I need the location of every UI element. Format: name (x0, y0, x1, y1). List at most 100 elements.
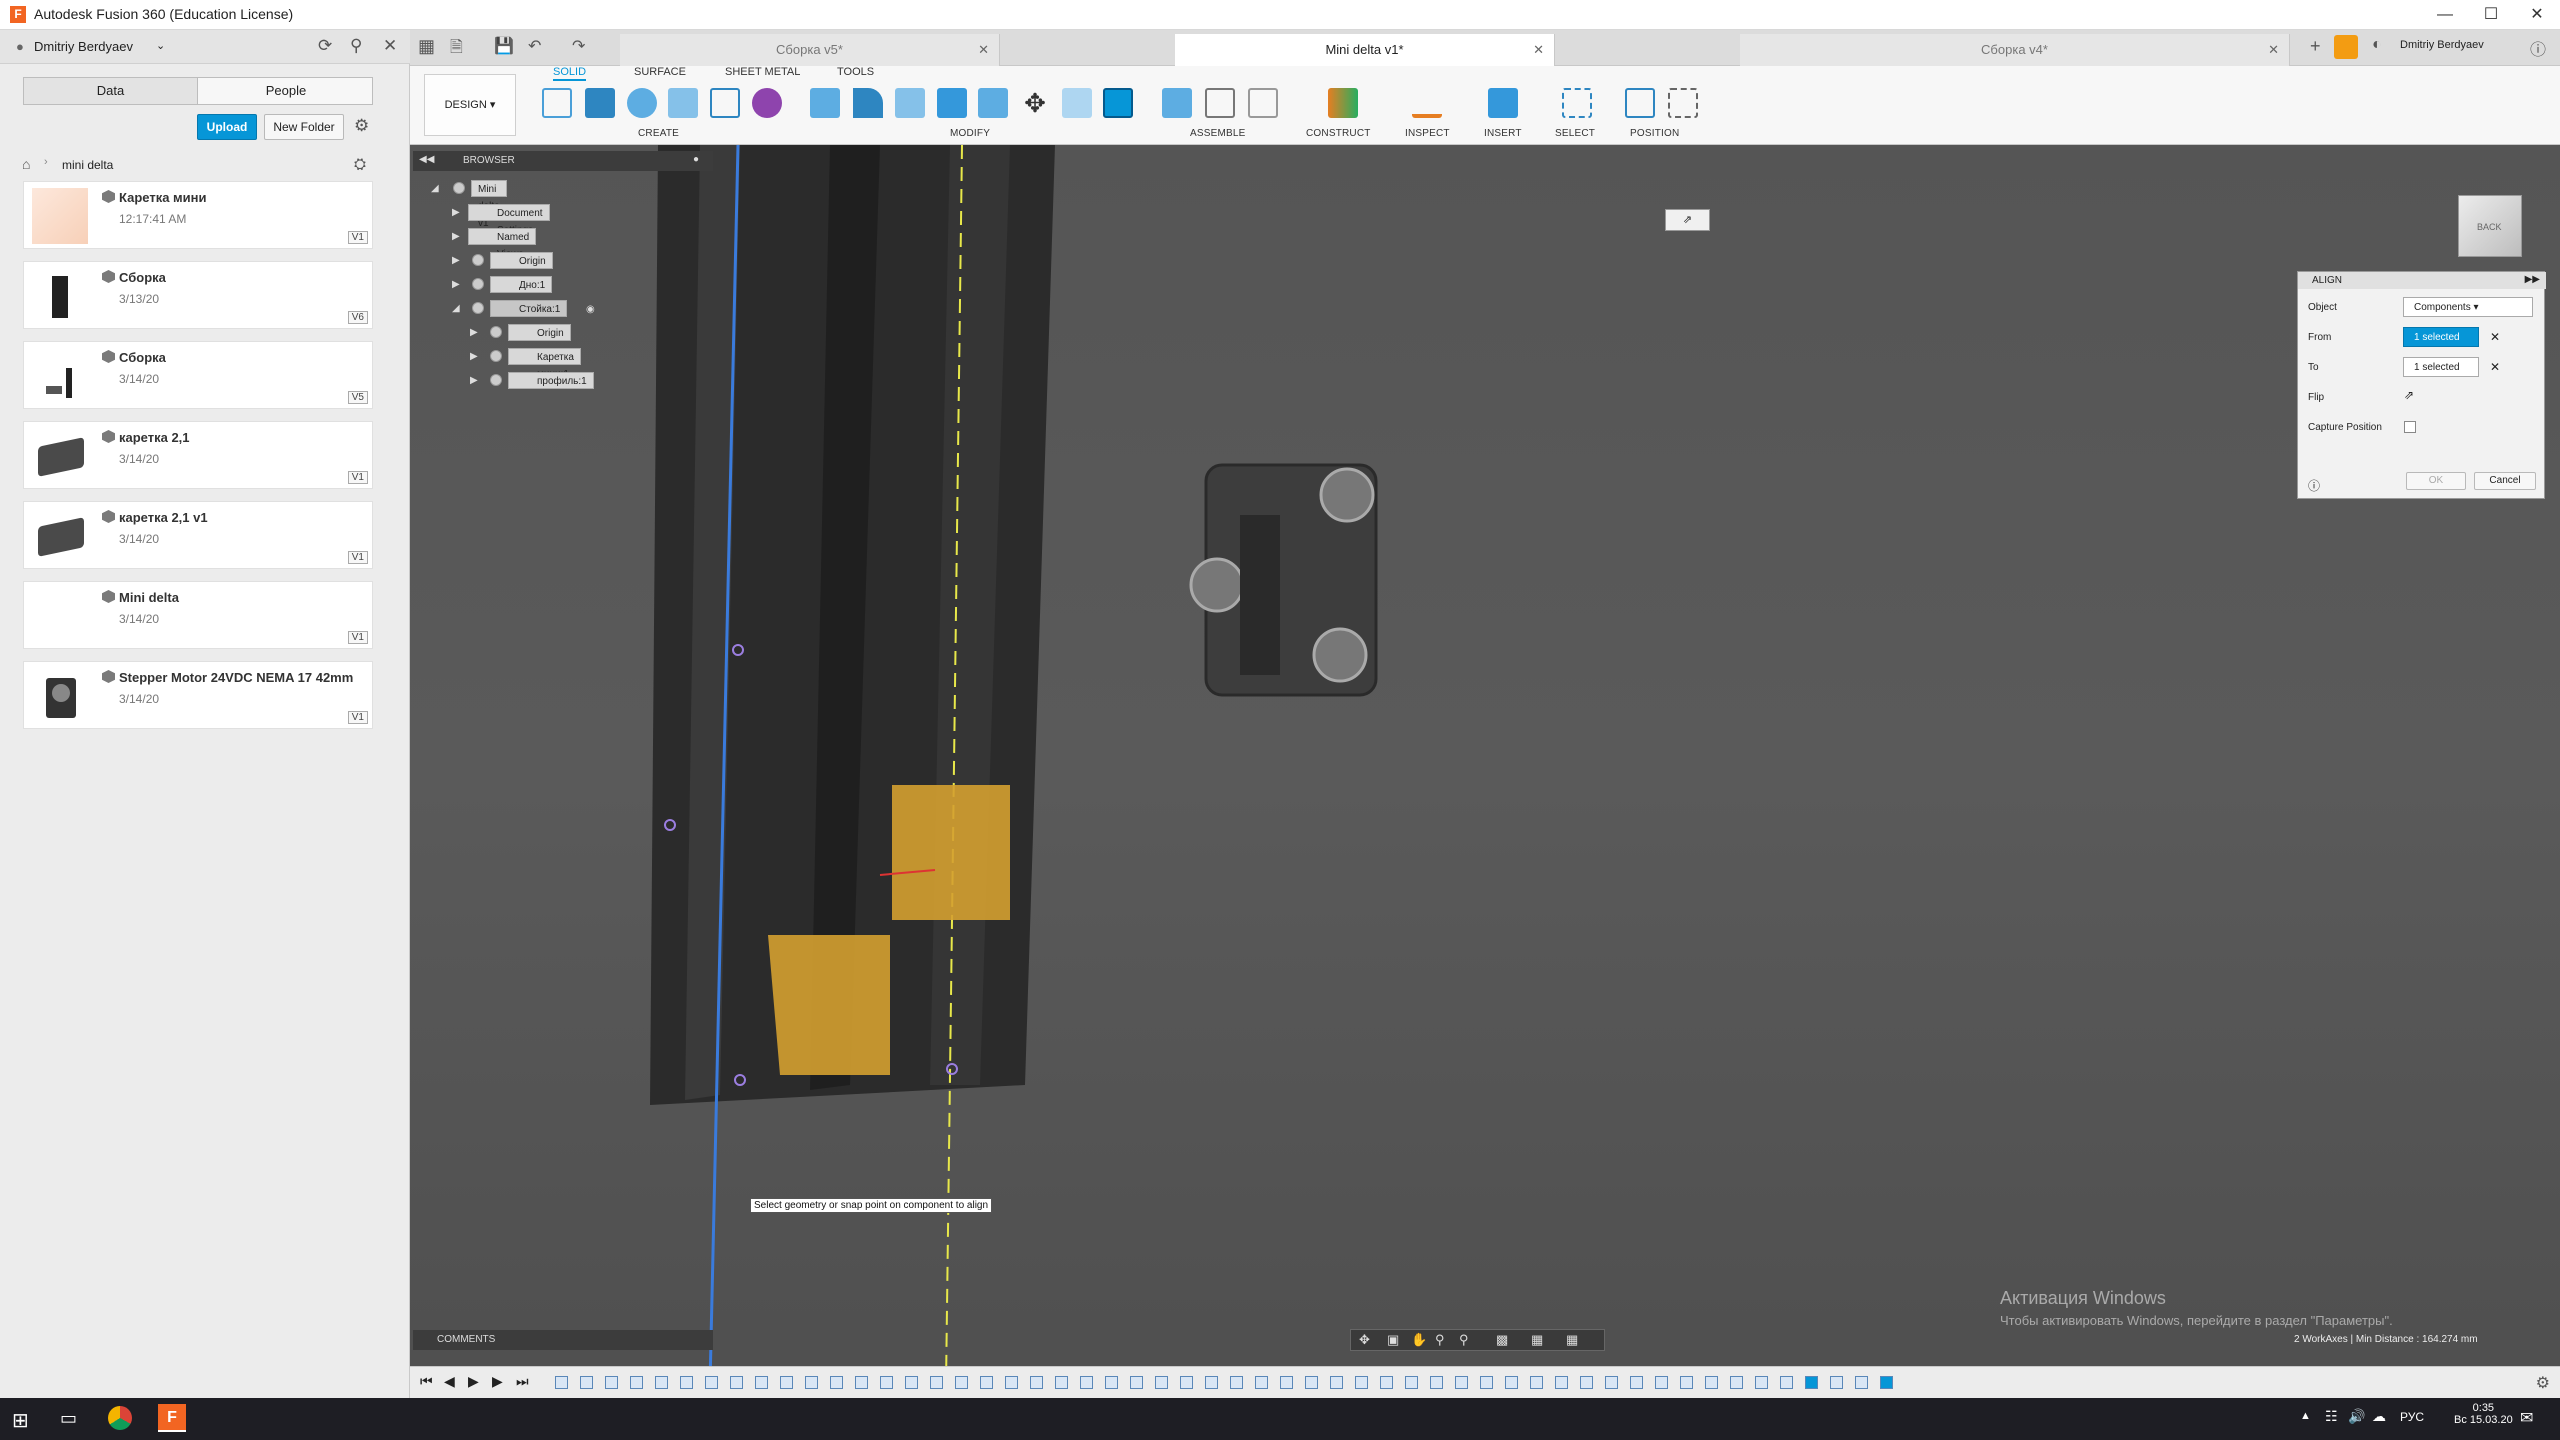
timeline-feature[interactable] (1230, 1376, 1243, 1389)
tree-expand-icon[interactable]: ◢ (452, 300, 460, 317)
joint-icon[interactable] (1205, 88, 1235, 118)
group-inspect[interactable]: INSPECT (1405, 128, 1450, 139)
zoom-icon[interactable]: ⚲ (1435, 1332, 1445, 1348)
timeline-feature[interactable] (1580, 1376, 1593, 1389)
sweep-icon[interactable] (668, 88, 698, 118)
timeline-feature[interactable] (655, 1376, 668, 1389)
group-assemble[interactable]: ASSEMBLE (1190, 128, 1246, 139)
timeline-feature[interactable] (605, 1376, 618, 1389)
timeline-feature[interactable] (1280, 1376, 1293, 1389)
timeline-feature[interactable] (1480, 1376, 1493, 1389)
minimize-button[interactable]: — (2422, 0, 2468, 30)
go-to-end-icon[interactable]: ⏭ (516, 1373, 529, 1390)
grid-settings-icon[interactable]: ▦ (1531, 1332, 1543, 1348)
timeline-feature[interactable] (1155, 1376, 1168, 1389)
timeline-feature[interactable] (1830, 1376, 1843, 1389)
timeline-feature[interactable] (1755, 1376, 1768, 1389)
model-canvas[interactable] (410, 144, 2560, 1398)
chrome-icon[interactable] (108, 1406, 132, 1430)
chamfer-icon[interactable] (895, 88, 925, 118)
timeline-feature[interactable] (1805, 1376, 1818, 1389)
timeline-feature[interactable] (705, 1376, 718, 1389)
tray-expand-icon[interactable]: ▲ (2300, 1410, 2311, 1422)
visibility-icon[interactable] (453, 182, 465, 194)
new-tab-icon[interactable]: + (2310, 36, 2321, 57)
tab-document-2[interactable]: Mini delta v1* ✕ (1175, 34, 1555, 66)
new-folder-button[interactable]: New Folder (264, 114, 344, 140)
measure-icon[interactable] (1412, 88, 1442, 118)
timeline-feature[interactable] (1330, 1376, 1343, 1389)
visibility-icon[interactable] (472, 302, 484, 314)
list-item[interactable]: Сборка 3/14/20 V5 (23, 341, 373, 409)
viewcube-face[interactable]: BACK (2477, 222, 2502, 232)
timeline-feature[interactable] (805, 1376, 818, 1389)
version-badge[interactable]: V1 (347, 231, 368, 244)
tree-expand-icon[interactable]: ▶ (470, 348, 478, 365)
group-select[interactable]: SELECT (1555, 128, 1595, 139)
combine-icon[interactable] (978, 88, 1008, 118)
notifications-icon[interactable] (2334, 35, 2358, 59)
search-icon[interactable]: ⚲ (350, 36, 362, 56)
clear-to-icon[interactable]: ✕ (2490, 360, 2500, 374)
timeline-feature[interactable] (1405, 1376, 1418, 1389)
object-select[interactable]: Components ▾ (2403, 297, 2533, 317)
timeline-feature[interactable] (630, 1376, 643, 1389)
group-position[interactable]: POSITION (1630, 128, 1679, 139)
list-item[interactable]: каретка 2,1 3/14/20 V1 (23, 421, 373, 489)
tab-document-1[interactable]: Сборка v5* ✕ (620, 34, 1000, 66)
new-component-icon[interactable] (1162, 88, 1192, 118)
visibility-icon[interactable] (490, 326, 502, 338)
breadcrumb[interactable]: mini delta (62, 158, 113, 172)
timeline-feature[interactable] (1255, 1376, 1268, 1389)
tab-surface[interactable]: SURFACE (634, 66, 686, 81)
press-pull-icon[interactable] (810, 88, 840, 118)
timeline-feature[interactable] (1055, 1376, 1068, 1389)
timeline-feature[interactable] (580, 1376, 593, 1389)
form-icon[interactable] (752, 88, 782, 118)
collapse-icon[interactable]: ◀◀ (419, 154, 434, 165)
timeline-feature[interactable] (830, 1376, 843, 1389)
capture-position-checkbox[interactable] (2404, 421, 2416, 433)
version-badge[interactable]: V1 (347, 711, 368, 724)
dialog-header[interactable]: ALIGN (2298, 272, 2546, 289)
timeline-feature[interactable] (855, 1376, 868, 1389)
viewports-icon[interactable]: ▦ (1566, 1332, 1578, 1348)
timeline-feature[interactable] (880, 1376, 893, 1389)
gear-icon[interactable]: ⚙ (354, 116, 369, 136)
timeline-feature[interactable] (1005, 1376, 1018, 1389)
to-selection[interactable]: 1 selected (2403, 357, 2479, 377)
extrude-icon[interactable] (585, 88, 615, 118)
revolve-icon[interactable] (627, 88, 657, 118)
timeline-feature[interactable] (1105, 1376, 1118, 1389)
tab-data[interactable]: Data (24, 78, 198, 104)
info-icon[interactable]: ⓘ (2308, 477, 2320, 494)
pan-icon[interactable]: ✋ (1411, 1332, 1427, 1348)
tree-expand-icon[interactable]: ▶ (452, 252, 460, 269)
timeline-feature[interactable] (1180, 1376, 1193, 1389)
fusion-taskbar-icon[interactable]: F (158, 1404, 186, 1432)
tree-expand-icon[interactable]: ▶ (452, 276, 460, 293)
move-icon[interactable]: ✥ (1020, 88, 1050, 118)
file-menu-icon[interactable]: 🗎 (450, 36, 463, 63)
as-built-joint-icon[interactable] (1248, 88, 1278, 118)
tree-expand-icon[interactable]: ▶ (470, 372, 478, 389)
timeline-feature[interactable] (1380, 1376, 1393, 1389)
go-to-start-icon[interactable]: ⏮ (420, 1373, 433, 1390)
volume-icon[interactable]: 🔊 (2348, 1408, 2365, 1425)
from-selection[interactable]: 1 selected (2403, 327, 2479, 347)
create-sketch-icon[interactable] (542, 88, 572, 118)
tab-document-3[interactable]: Сборка v4* ✕ (1740, 34, 2290, 66)
tree-expand-icon[interactable]: ▶ (452, 228, 460, 245)
offset-plane-icon[interactable] (1328, 88, 1358, 118)
timeline-feature[interactable] (730, 1376, 743, 1389)
orbit-icon[interactable]: ✥ (1359, 1332, 1370, 1348)
expand-dialog-icon[interactable]: ▶▶ (2525, 274, 2540, 285)
fillet-icon[interactable] (853, 88, 883, 118)
timeline-feature[interactable] (755, 1376, 768, 1389)
start-icon[interactable]: ⊞ (12, 1408, 29, 1433)
tab-people[interactable]: People (199, 78, 373, 104)
version-badge[interactable]: V1 (347, 551, 368, 564)
timeline-feature[interactable] (905, 1376, 918, 1389)
group-insert[interactable]: INSERT (1484, 128, 1522, 139)
timeline-feature[interactable] (1030, 1376, 1043, 1389)
